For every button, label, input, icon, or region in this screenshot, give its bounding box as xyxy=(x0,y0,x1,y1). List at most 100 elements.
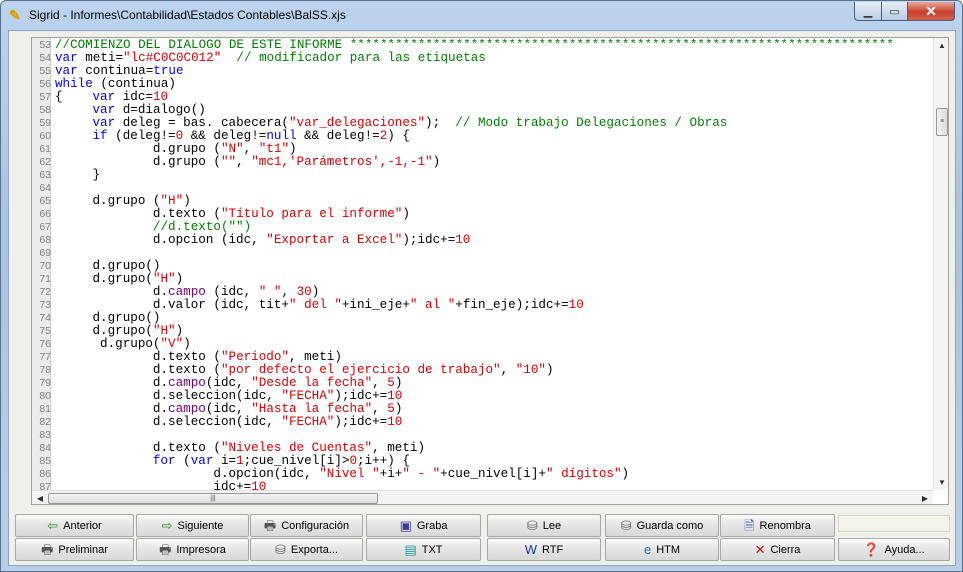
code-line[interactable]: 68 d.opcion (idc, "Exportar a Excel");id… xyxy=(32,234,933,247)
code-text: d.grupo ( xyxy=(55,142,221,156)
code-text: (continua) xyxy=(92,77,176,91)
string-literal: "t1" xyxy=(258,142,289,156)
code-text: d.grupo() xyxy=(55,311,161,325)
number-literal: 1 xyxy=(236,454,244,468)
button-label: Graba xyxy=(416,519,448,532)
code-text: (idc, xyxy=(205,402,252,416)
code-lines[interactable]: 53//COMIENZO DEL DIALOGO DE ESTE INFORME… xyxy=(32,39,933,491)
scroll-left-arrow-icon[interactable]: ◀ xyxy=(32,491,48,504)
keyword: var xyxy=(92,103,116,117)
graba-button[interactable]: ▣ Graba xyxy=(366,514,481,537)
string-literal: "Niveles de Cuentas" xyxy=(220,441,373,455)
keyword: null xyxy=(266,129,297,143)
code-text: d.valor (idc, tit+ xyxy=(55,298,289,312)
line-number: 72 xyxy=(39,286,51,298)
code-text: d=dialogo() xyxy=(115,103,206,117)
lee-button[interactable]: ⛁ Lee xyxy=(487,514,601,537)
string-literal: " al " xyxy=(409,298,456,312)
htm-button[interactable]: e HTM xyxy=(605,538,719,561)
configuración-button[interactable]: 🖶 Configuración xyxy=(250,514,363,537)
line-number: 63 xyxy=(39,169,51,181)
method-name: campo xyxy=(168,376,206,390)
line-number: 86 xyxy=(39,468,51,480)
button-label: Exporta... xyxy=(290,543,338,556)
code-text: , xyxy=(500,363,516,377)
string-literal: "Hasta la fecha" xyxy=(251,402,373,416)
keyword: var xyxy=(55,64,78,78)
code-text: , xyxy=(243,142,259,156)
impresora-button[interactable]: 🖶 Impresora xyxy=(136,538,249,561)
help-icon: ❓ xyxy=(863,542,880,557)
maximize-icon: ▭ xyxy=(889,5,900,18)
code-text: d.grupo( xyxy=(55,324,153,338)
code-text: d.seleccion(idc, xyxy=(55,415,282,429)
title-bar[interactable]: ✎ Sigrid - Informes\Contabilidad\Estados… xyxy=(1,1,962,29)
ayuda-button[interactable]: ❓ Ayuda... xyxy=(838,538,950,561)
line-number: 61 xyxy=(39,143,51,155)
string-literal: "Título para el informe" xyxy=(220,207,403,221)
code-text: i= xyxy=(213,454,237,468)
code-text: d. xyxy=(55,285,169,299)
code-text: d.grupo( xyxy=(55,337,161,351)
guarda-como-button[interactable]: ⛁ Guarda como xyxy=(605,514,719,537)
anterior-button[interactable]: ⇦ Anterior xyxy=(15,514,134,537)
method-name: campo xyxy=(168,402,206,416)
close-button[interactable]: ✕ xyxy=(907,2,955,21)
horizontal-scrollbar[interactable]: ◀ ||| ▶ xyxy=(32,490,933,504)
siguiente-button[interactable]: ⇨ Siguiente xyxy=(136,514,249,537)
keyword: if xyxy=(92,129,108,143)
code-text: d.texto ( xyxy=(55,441,221,455)
code-text: d.texto ( xyxy=(55,207,221,221)
code-editor[interactable]: 53//COMIENZO DEL DIALOGO DE ESTE INFORME… xyxy=(31,37,949,505)
cierra-button[interactable]: ✕ Cierra xyxy=(720,538,835,561)
renombra-button[interactable]: 🗎 Renombra xyxy=(720,514,835,537)
scroll-down-arrow-icon[interactable]: ▼ xyxy=(934,475,948,490)
string-literal: " dígitos" xyxy=(545,467,622,481)
line-number: 76 xyxy=(39,338,51,350)
maximize-button[interactable]: ▭ xyxy=(881,2,908,21)
scroll-right-arrow-icon[interactable]: ▶ xyxy=(917,491,933,504)
keyword: true xyxy=(153,64,184,78)
scroll-up-arrow-icon[interactable]: ▲ xyxy=(934,38,948,53)
code-text: );idc+= xyxy=(334,415,388,429)
code-text: ) xyxy=(175,324,184,338)
line-number: 59 xyxy=(39,117,51,129)
code-text: ) xyxy=(402,207,410,221)
button-label: Ayuda... xyxy=(884,543,925,556)
txt-button[interactable]: ▤ TXT xyxy=(366,538,481,561)
preliminar-button[interactable]: 🖶 Preliminar xyxy=(15,538,134,561)
line-number: 66 xyxy=(39,208,51,220)
code-line[interactable]: 63 } xyxy=(32,169,933,182)
code-text: d.seleccion(idc, xyxy=(55,389,282,403)
line-number: 81 xyxy=(39,403,51,415)
keyword: var xyxy=(92,116,116,130)
exporta-button[interactable]: ⛁ Exporta... xyxy=(250,538,363,561)
code-text: +fin_eje);idc+= xyxy=(455,298,569,312)
minimize-button[interactable]: ▁ xyxy=(854,2,882,21)
horizontal-scroll-thumb[interactable]: ||| xyxy=(48,493,378,504)
code-text: d.grupo ( xyxy=(55,155,221,169)
code-text: d.texto ( xyxy=(55,350,221,364)
code-line[interactable]: 62 d.grupo ("", "mc1,'Parámetros',-1,-1"… xyxy=(32,156,933,169)
code-line[interactable]: 69 xyxy=(32,247,933,260)
line-number: 75 xyxy=(39,325,51,337)
code-line[interactable]: 82 d.seleccion(idc, "FECHA");idc+=10 xyxy=(32,416,933,429)
code-text: ) xyxy=(311,285,320,299)
vertical-scrollbar[interactable]: ▲ ≡ ▼ xyxy=(933,38,948,490)
code-text: ) xyxy=(621,467,630,481)
string-literal: "N" xyxy=(220,142,244,156)
string-literal: "var_delegaciones" xyxy=(288,116,426,130)
code-line[interactable]: 73 d.valor (idc, tit+" del "+ini_eje+" a… xyxy=(32,299,933,312)
code-text: , meti) xyxy=(288,350,342,364)
string-literal: "10" xyxy=(515,363,546,377)
txt-file-icon: ▤ xyxy=(404,542,417,557)
string-literal: "V" xyxy=(160,337,184,351)
code-text: d.grupo ( xyxy=(55,194,161,208)
string-literal: "Desde la fecha" xyxy=(251,376,373,390)
code-text: ); xyxy=(425,116,456,130)
vertical-scroll-thumb[interactable]: ≡ xyxy=(936,108,948,136)
internet-explorer-icon: e xyxy=(643,542,652,557)
rtf-button[interactable]: W RTF xyxy=(487,538,601,561)
button-label: HTM xyxy=(656,543,681,556)
